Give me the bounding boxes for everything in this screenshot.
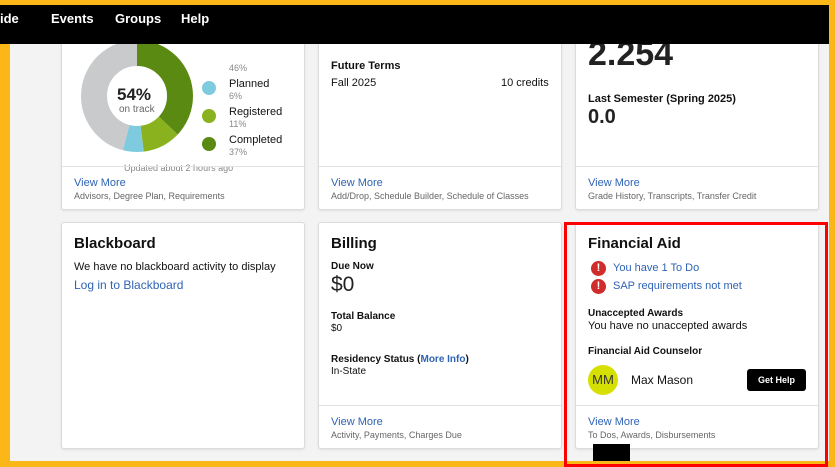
due-now-label: Due Now xyxy=(331,261,374,272)
future-term-credits: 10 credits xyxy=(501,77,549,89)
counselor-avatar: MM xyxy=(588,365,618,395)
legend-unplanned-pct: 46% xyxy=(229,63,248,73)
billing-title: Billing xyxy=(331,235,377,252)
billing-view-more-link[interactable]: View More xyxy=(331,416,383,428)
progress-caption: on track xyxy=(119,104,155,115)
billing-view-more[interactable]: View More Activity, Payments, Charges Du… xyxy=(319,405,561,448)
blackboard-title: Blackboard xyxy=(74,235,156,252)
nav-item-groups[interactable]: Groups xyxy=(115,11,161,26)
financial-aid-view-more[interactable]: View More To Dos, Awards, Disbursements xyxy=(576,405,818,448)
legend-registered-dot xyxy=(202,109,216,123)
gpa-view-more-sub: Grade History, Transcripts, Transfer Cre… xyxy=(588,191,757,201)
legend-registered-pct: 11% xyxy=(229,119,247,129)
counselor-name: Max Mason xyxy=(631,373,694,387)
cumulative-gpa-value: 2.254 xyxy=(588,44,674,73)
future-term-name[interactable]: Fall 2025 xyxy=(331,77,376,89)
legend-completed-pct: 37% xyxy=(229,147,248,157)
degree-progress-card: 54% on track 46% Planned 6% Registered 1… xyxy=(61,44,305,210)
residency-status-label: Residency Status (More Info) xyxy=(331,354,469,365)
nav-item-guide[interactable]: ide xyxy=(0,11,19,26)
last-semester-label: Last Semester (Spring 2025) xyxy=(588,93,736,105)
billing-card: Billing Due Now $0 Total Balance $0 Resi… xyxy=(318,222,562,449)
financial-aid-view-more-link[interactable]: View More xyxy=(588,416,640,428)
unaccepted-awards-label: Unaccepted Awards xyxy=(588,308,684,319)
get-help-button[interactable]: Get Help xyxy=(747,369,806,391)
todo-link[interactable]: You have 1 To Do xyxy=(613,262,699,274)
legend-completed-dot xyxy=(202,137,216,151)
degree-view-more[interactable]: View More Advisors, Degree Plan, Require… xyxy=(62,166,304,209)
legend-planned-pct: 6% xyxy=(229,91,243,101)
future-terms-label: Future Terms xyxy=(331,60,401,72)
billing-view-more-sub: Activity, Payments, Charges Due xyxy=(331,430,462,440)
due-now-value: $0 xyxy=(331,273,355,296)
gpa-view-more[interactable]: View More Grade History, Transcripts, Tr… xyxy=(576,166,818,209)
top-nav-bar: ide Events Groups Help xyxy=(0,5,829,44)
redaction-box xyxy=(593,444,630,461)
progress-percent: 54% xyxy=(117,85,152,104)
financial-aid-view-more-sub: To Dos, Awards, Disbursements xyxy=(588,430,716,440)
nav-item-help[interactable]: Help xyxy=(181,11,209,26)
financial-aid-card: Financial Aid ! You have 1 To Do ! SAP r… xyxy=(575,222,819,449)
legend-planned-dot xyxy=(202,81,216,95)
residency-status-value: In-State xyxy=(331,366,367,377)
sap-link[interactable]: SAP requirements not met xyxy=(613,280,742,292)
terms-view-more-link[interactable]: View More xyxy=(331,177,383,189)
terms-view-more[interactable]: View More Add/Drop, Schedule Builder, Sc… xyxy=(319,166,561,209)
gpa-card: 2.254 Last Semester (Spring 2025) 0.0 Vi… xyxy=(575,44,819,210)
terms-card: Future Terms Fall 2025 10 credits View M… xyxy=(318,44,562,210)
gpa-view-more-link[interactable]: View More xyxy=(588,177,640,189)
degree-view-more-link[interactable]: View More xyxy=(74,177,126,189)
total-balance-value: $0 xyxy=(331,323,343,334)
last-semester-gpa: 0.0 xyxy=(588,106,616,128)
blackboard-login-link[interactable]: Log in to Blackboard xyxy=(74,278,183,292)
legend-completed-label: Completed xyxy=(229,134,283,146)
terms-view-more-sub: Add/Drop, Schedule Builder, Schedule of … xyxy=(331,191,529,201)
financial-aid-title: Financial Aid xyxy=(588,235,681,252)
total-balance-label: Total Balance xyxy=(331,311,396,322)
blackboard-message: We have no blackboard activity to displa… xyxy=(74,261,276,273)
legend-planned-label: Planned xyxy=(229,78,270,90)
blackboard-card: Blackboard We have no blackboard activit… xyxy=(61,222,305,449)
nav-item-events[interactable]: Events xyxy=(51,11,94,26)
counselor-label: Financial Aid Counselor xyxy=(588,346,703,357)
more-info-link[interactable]: More Info xyxy=(420,354,465,365)
dashboard-area: 54% on track 46% Planned 6% Registered 1… xyxy=(10,44,829,461)
todo-alert-icon: ! xyxy=(591,261,606,276)
sap-alert-icon: ! xyxy=(591,279,606,294)
legend-registered-label: Registered xyxy=(229,106,283,118)
degree-view-more-sub: Advisors, Degree Plan, Requirements xyxy=(74,191,225,201)
unaccepted-awards-text: You have no unaccepted awards xyxy=(588,320,748,332)
